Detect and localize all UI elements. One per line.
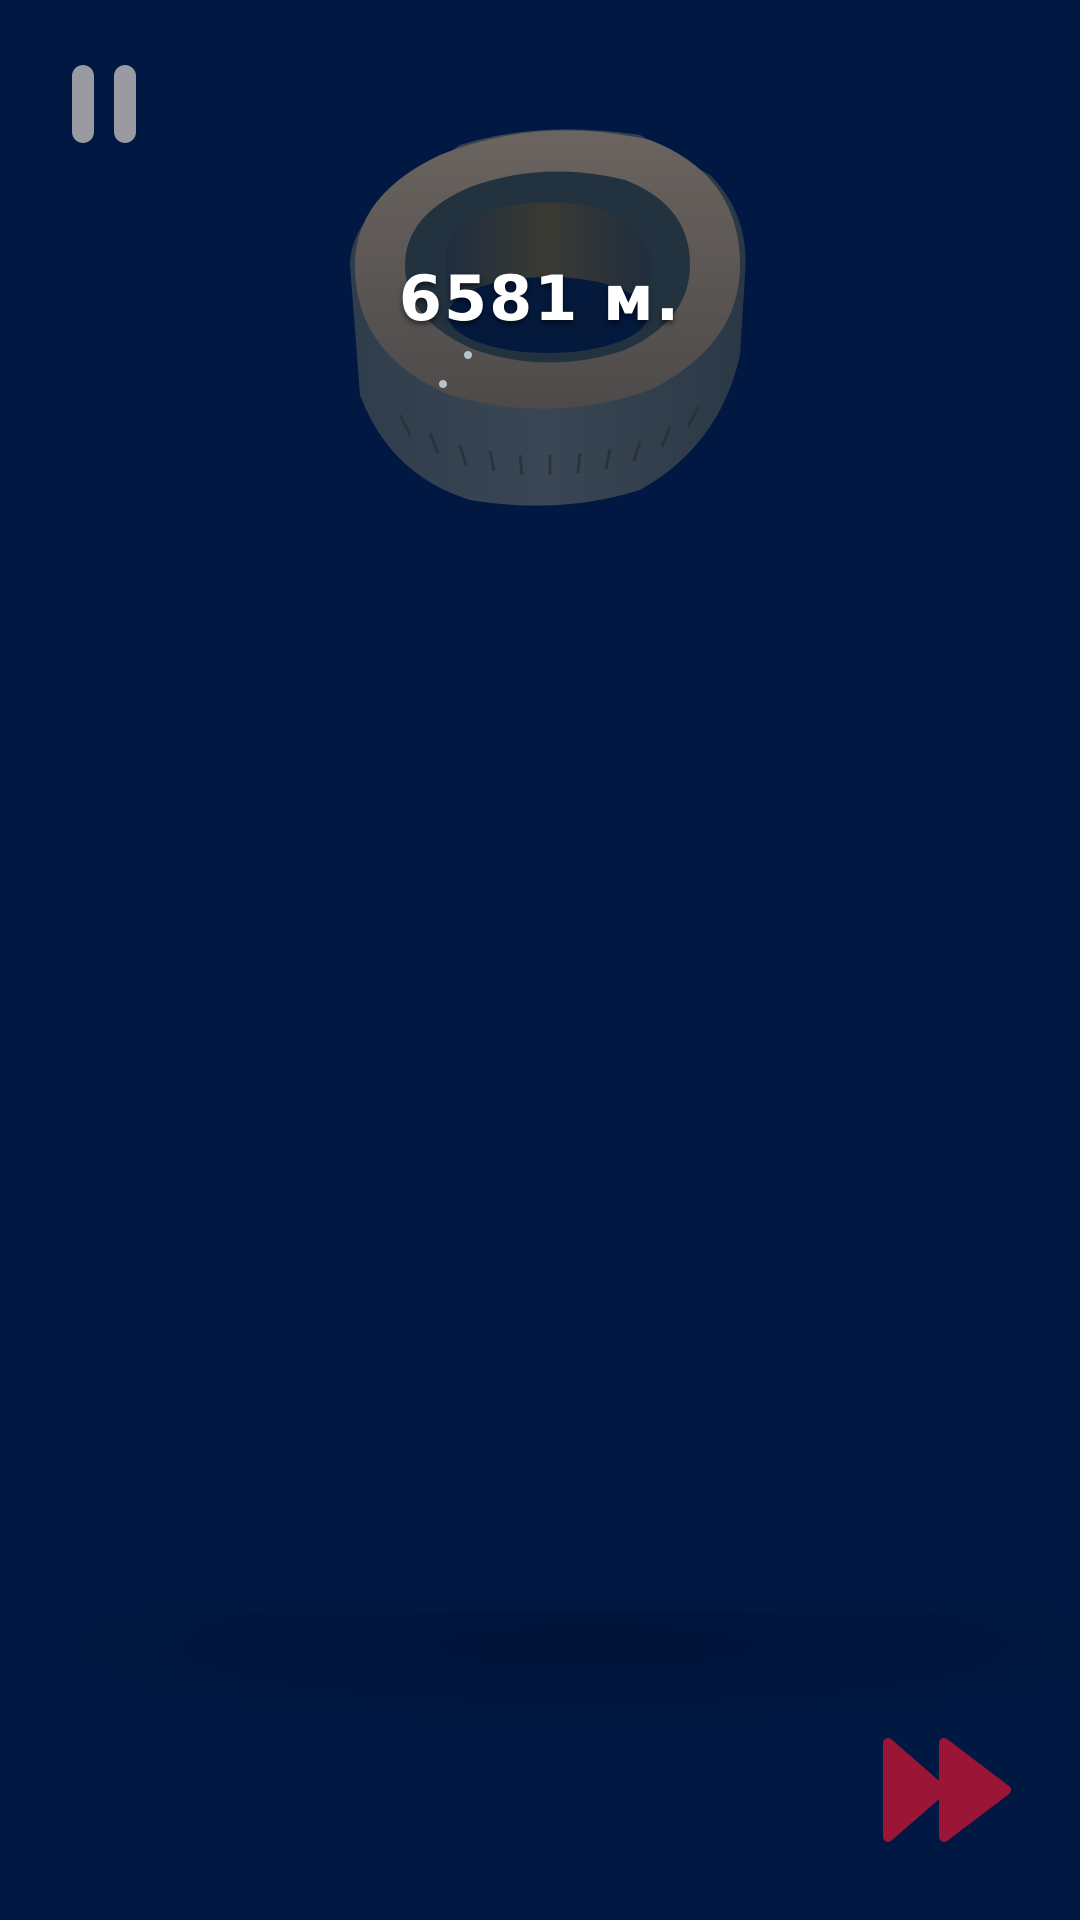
- pause-button[interactable]: [66, 60, 142, 150]
- fast-forward-icon: [883, 1738, 1011, 1842]
- distance-counter: 6581 м.: [398, 262, 682, 335]
- fast-forward-button[interactable]: [880, 1735, 1015, 1845]
- ground-shadow: [0, 1610, 1080, 1730]
